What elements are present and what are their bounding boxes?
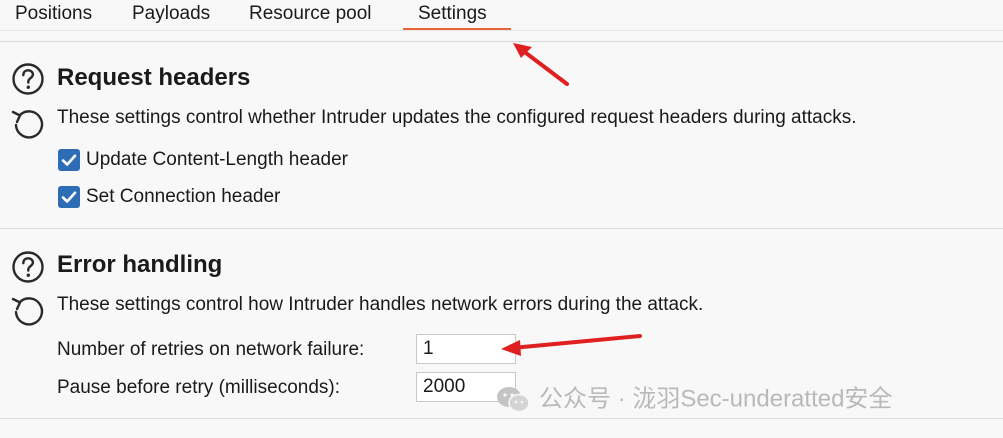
tab-resource-pool[interactable]: Resource pool bbox=[249, 3, 372, 29]
intruder-settings-page: Positions Payloads Resource pool Setting… bbox=[0, 0, 1003, 438]
checkbox-checked-icon[interactable] bbox=[58, 186, 80, 208]
set-connection-header-label: Set Connection header bbox=[86, 186, 281, 207]
tab-settings[interactable]: Settings bbox=[418, 3, 487, 29]
retries-label: Number of retries on network failure: bbox=[57, 339, 365, 360]
tab-payloads[interactable]: Payloads bbox=[132, 3, 210, 29]
reset-defaults-icon[interactable] bbox=[9, 106, 47, 147]
tab-positions[interactable]: Positions bbox=[15, 3, 92, 29]
update-content-length-label: Update Content-Length header bbox=[86, 149, 348, 170]
checkbox-checked-icon[interactable] bbox=[58, 149, 80, 171]
watermark: 公众号 · 泷羽Sec-underatted安全 bbox=[495, 382, 892, 416]
arrow-to-retries-input bbox=[501, 334, 642, 356]
section-title-error-handling: Error handling bbox=[57, 251, 223, 278]
section-divider bbox=[0, 228, 1003, 229]
section-description-error-handling: These settings control how Intruder hand… bbox=[57, 294, 704, 315]
watermark-text: 公众号 · 泷羽Sec-underatted安全 bbox=[539, 385, 893, 413]
retries-input[interactable] bbox=[416, 334, 516, 364]
section-title-request-headers: Request headers bbox=[57, 64, 251, 91]
help-icon[interactable] bbox=[11, 62, 45, 101]
arrow-to-settings-tab bbox=[513, 43, 569, 86]
reset-defaults-icon[interactable] bbox=[9, 293, 47, 334]
tab-bar-divider bbox=[0, 30, 1003, 31]
section-description-request-headers: These settings control whether Intruder … bbox=[57, 107, 857, 128]
pause-label: Pause before retry (milliseconds): bbox=[57, 377, 340, 398]
help-icon[interactable] bbox=[11, 250, 45, 289]
wechat-logo-icon bbox=[495, 385, 531, 415]
section-divider bbox=[0, 418, 1003, 419]
content-top-divider bbox=[0, 41, 1003, 42]
